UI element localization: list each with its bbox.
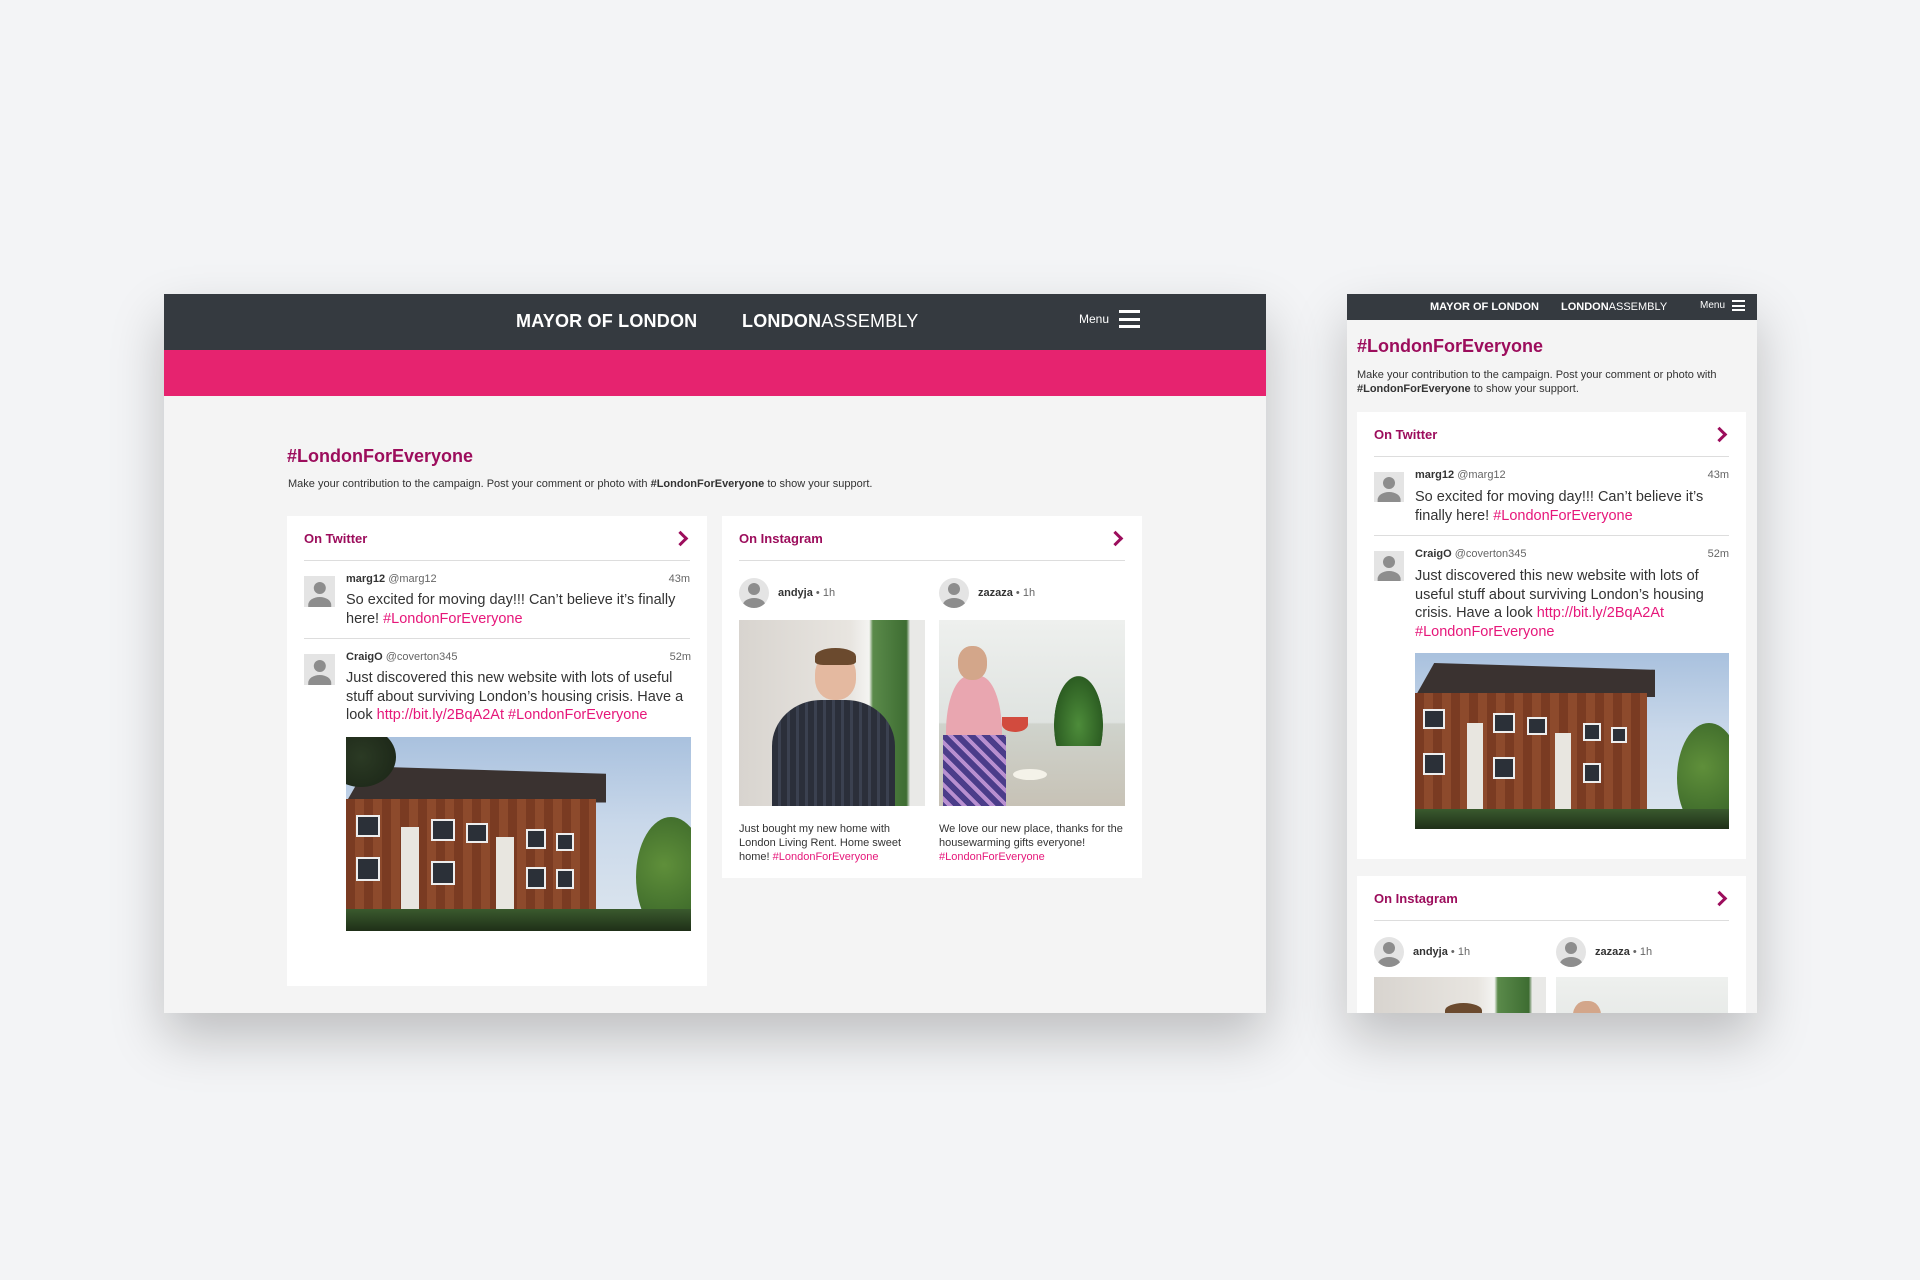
instagram-username[interactable]: zazaza [1595, 946, 1630, 958]
tweet-handle[interactable]: @coverton345 [1455, 548, 1527, 560]
instagram-post: zazaza • 1h We love our new place, thank… [939, 578, 1125, 864]
intro-hashtag: #LondonForEveryone [650, 478, 765, 490]
intro-text-end: to show your support. [1470, 383, 1579, 395]
london-assembly-logo[interactable]: LONDONASSEMBLY [1561, 301, 1667, 313]
tweet-handle[interactable]: @marg12 [1457, 469, 1505, 481]
instagram-panel-title: On Instagram [1374, 890, 1458, 906]
mayor-of-london-logo[interactable]: MAYOR OF LONDON [516, 311, 697, 332]
instagram-panel-title: On Instagram [739, 530, 823, 546]
instagram-panel-header[interactable]: On Instagram [739, 516, 1125, 561]
instagram-panel-header[interactable]: On Instagram [1374, 876, 1729, 921]
menu-button[interactable]: Menu [1079, 310, 1141, 328]
instagram-panel: On Instagram andyja • 1h Just bought my … [722, 516, 1142, 878]
avatar [739, 578, 769, 608]
intro-text-end: to show your support. [764, 478, 873, 490]
twitter-panel-header[interactable]: On Twitter [304, 516, 690, 561]
twitter-panel-title: On Twitter [304, 530, 368, 546]
instagram-time: • 1h [815, 587, 836, 599]
instagram-caption: We love our new place, thanks for the ho… [939, 823, 1123, 849]
avatar [1374, 937, 1404, 967]
campaign-intro: Make your contribution to the campaign. … [288, 478, 873, 490]
mayor-of-london-logo[interactable]: MAYOR OF LONDON [1430, 301, 1539, 313]
instagram-post: zazaza • 1h [1556, 937, 1728, 1013]
menu-label: Menu [1700, 300, 1726, 311]
tweet-photo-housing[interactable] [346, 736, 691, 931]
london-assembly-logo-bold: LONDON [742, 311, 822, 331]
hamburger-icon [1732, 300, 1746, 311]
chevron-right-icon[interactable] [1107, 530, 1124, 546]
avatar [1374, 472, 1404, 502]
avatar [304, 576, 335, 607]
instagram-username[interactable]: andyja [778, 587, 813, 599]
tweet-time: 52m [1707, 548, 1729, 560]
avatar [939, 578, 969, 608]
chevron-right-icon[interactable] [1711, 426, 1728, 442]
tweet-author[interactable]: marg12 [346, 573, 385, 585]
tweet-hashtag-link[interactable]: #LondonForEveryone [383, 611, 522, 627]
intro-hashtag: #LondonForEveryone [1357, 383, 1471, 395]
tweet-handle[interactable]: @marg12 [388, 573, 436, 585]
tweet-time: 43m [668, 573, 690, 585]
tweet-photo-housing[interactable] [1415, 653, 1729, 829]
tweet-url-link[interactable]: http://bit.ly/2BqA2At [377, 707, 504, 723]
top-navigation-bar: MAYOR OF LONDON LONDONASSEMBLY Menu [164, 294, 1266, 350]
instagram-time: • 1h [1632, 946, 1653, 958]
instagram-panel: On Instagram andyja • 1h zazaza • 1h [1357, 876, 1746, 1013]
instagram-username[interactable]: zazaza [978, 587, 1013, 599]
avatar [1556, 937, 1586, 967]
instagram-photo[interactable] [739, 620, 925, 806]
desktop-mockup: MAYOR OF LONDON LONDONASSEMBLY Menu #Lon… [164, 294, 1266, 1013]
tweet-url-link[interactable]: http://bit.ly/2BqA2At [1537, 605, 1664, 621]
instagram-time: • 1h [1015, 587, 1036, 599]
tweet-handle[interactable]: @coverton345 [386, 651, 458, 663]
twitter-panel: On Twitter marg12 @marg12 43m So excited … [287, 516, 707, 986]
tweet: marg12 @marg12 43m So excited for moving … [304, 561, 690, 638]
tweet-hashtag-link[interactable]: #LondonForEveryone [508, 707, 647, 723]
london-assembly-logo-light: ASSEMBLY [1608, 301, 1668, 313]
intro-text: Make your contribution to the campaign. … [288, 478, 651, 490]
tweet-author[interactable]: marg12 [1415, 469, 1454, 481]
campaign-intro: Make your contribution to the campaign. … [1357, 368, 1747, 396]
instagram-photo[interactable] [1556, 977, 1728, 1013]
twitter-panel-title: On Twitter [1374, 426, 1438, 442]
tweet: CraigO @coverton345 52m Just discovered t… [304, 638, 691, 941]
hamburger-icon [1119, 310, 1141, 328]
instagram-photo[interactable] [939, 620, 1125, 806]
tweet-author[interactable]: CraigO [346, 651, 383, 663]
tweet-hashtag-link[interactable]: #LondonForEveryone [1415, 624, 1554, 640]
instagram-time: • 1h [1450, 946, 1471, 958]
chevron-right-icon[interactable] [672, 530, 689, 546]
instagram-hashtag-link[interactable]: #LondonForEveryone [773, 851, 879, 863]
mobile-mockup: MAYOR OF LONDON LONDONASSEMBLY Menu #Lon… [1347, 294, 1757, 1013]
tweet-hashtag-link[interactable]: #LondonForEveryone [1493, 508, 1632, 524]
tweet-author[interactable]: CraigO [1415, 548, 1452, 560]
instagram-username[interactable]: andyja [1413, 946, 1448, 958]
top-navigation-bar: MAYOR OF LONDON LONDONASSEMBLY Menu [1347, 294, 1757, 320]
tweet: CraigO @coverton345 52m Just discovered t… [1374, 535, 1729, 839]
menu-label: Menu [1079, 312, 1110, 326]
page-title: #LondonForEveryone [1357, 336, 1544, 356]
intro-text: Make your contribution to the campaign. … [1357, 369, 1717, 381]
twitter-panel-header[interactable]: On Twitter [1374, 412, 1729, 457]
instagram-hashtag-link[interactable]: #LondonForEveryone [939, 851, 1045, 863]
london-assembly-logo-light: ASSEMBLY [821, 311, 919, 331]
instagram-post: andyja • 1h [1374, 937, 1546, 1013]
twitter-panel: On Twitter marg12 @marg12 43m So excited … [1357, 412, 1746, 859]
chevron-right-icon[interactable] [1711, 890, 1728, 906]
avatar [304, 654, 335, 685]
tweet-time: 43m [1707, 469, 1729, 481]
campaign-banner [164, 350, 1266, 396]
menu-button[interactable]: Menu [1700, 300, 1746, 311]
page-title: #LondonForEveryone [287, 446, 474, 466]
instagram-post: andyja • 1h Just bought my new home with… [739, 578, 925, 864]
tweet: marg12 @marg12 43m So excited for moving … [1374, 457, 1729, 535]
avatar [1374, 551, 1404, 581]
instagram-photo[interactable] [1374, 977, 1546, 1013]
tweet-time: 52m [669, 651, 691, 663]
london-assembly-logo[interactable]: LONDONASSEMBLY [742, 311, 919, 332]
london-assembly-logo-bold: LONDON [1561, 301, 1609, 313]
